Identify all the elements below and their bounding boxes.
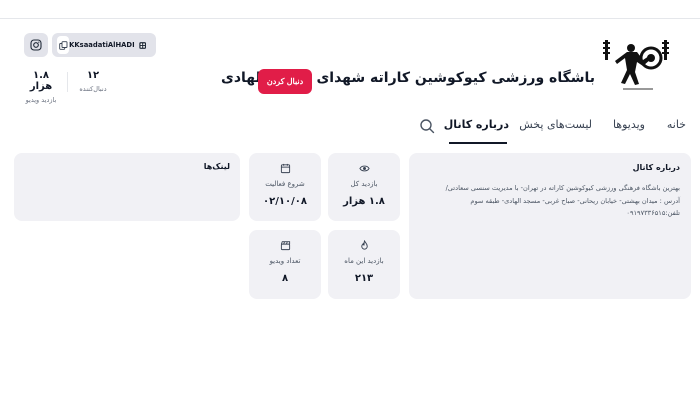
flame-icon	[360, 240, 368, 250]
total-views-label: بازدید کل	[350, 180, 378, 188]
month-views-label: بازدید این ماه	[344, 257, 384, 265]
link-text: KKsaadatiAlHADI	[69, 41, 135, 49]
video-views-label: بازدید ویدیو	[25, 96, 57, 104]
clapperboard-icon	[280, 241, 290, 251]
active-tab-indicator	[449, 142, 507, 144]
eye-icon	[358, 165, 370, 172]
total-views-value: ۱.۸ هزار	[343, 196, 385, 207]
top-bar	[0, 0, 700, 19]
total-views-card: بازدید کل ۱.۸ هزار	[328, 153, 400, 221]
tab-home[interactable]: خانه	[667, 118, 686, 131]
stat-divider	[67, 72, 68, 92]
month-views-value: ۲۱۳	[354, 273, 374, 284]
tab-about[interactable]: درباره کانال	[444, 118, 509, 131]
video-count-value: ۸	[281, 273, 289, 284]
about-card: درباره کانال بهترین باشگاه فرهنگی ورزشی …	[409, 153, 691, 299]
follow-button[interactable]: دنبال کردن	[258, 69, 312, 94]
aparat-link-chip[interactable]: KKsaadatiAlHADI	[52, 33, 156, 57]
followers-stat: ۱۲ دنبال‌کننده	[76, 70, 110, 93]
video-views-value: ۱.۸ هزار	[29, 70, 53, 92]
month-views-card: بازدید این ماه ۲۱۳	[328, 230, 400, 299]
start-date-card: شروع فعالیت ۰۲/۱۰/۰۸	[249, 153, 321, 221]
tab-videos[interactable]: ویدیوها	[613, 118, 645, 131]
about-description: بهترین باشگاه فرهنگی ورزشی کیوکوشین کارا…	[445, 184, 680, 192]
copy-icon	[58, 40, 67, 50]
video-count-card: تعداد ویدیو ۸	[249, 230, 321, 299]
about-title: درباره کانال	[632, 163, 680, 172]
followers-label: دنبال‌کننده	[79, 85, 107, 93]
video-count-label: تعداد ویدیو	[269, 257, 301, 265]
aparat-icon	[138, 41, 146, 49]
about-address: آدرس : میدان بهشتی- خیابان ریحانی- صباح …	[470, 196, 680, 205]
instagram-link[interactable]	[24, 33, 48, 57]
links-title: لینک‌ها	[203, 162, 230, 171]
search-icon[interactable]	[419, 118, 435, 134]
calendar-icon	[280, 163, 290, 174]
video-views-stat: ۱.۸ هزار بازدید ویدیو	[22, 70, 60, 104]
karate-logo	[603, 40, 669, 90]
tab-playlists[interactable]: لیست‌های پخش	[519, 118, 592, 131]
start-date-value: ۰۲/۱۰/۰۸	[263, 196, 307, 207]
start-date-label: شروع فعالیت	[265, 180, 305, 188]
about-phone: تلفن:۰۹۱۹۷۳۳۶۵۱۵	[626, 209, 680, 217]
instagram-icon	[30, 39, 42, 51]
links-card: لینک‌ها	[14, 153, 240, 221]
copy-button[interactable]	[57, 36, 70, 54]
channel-tabs: خانه ویدیوها لیست‌های پخش درباره کانال	[0, 118, 700, 144]
followers-value: ۱۲	[86, 70, 100, 81]
